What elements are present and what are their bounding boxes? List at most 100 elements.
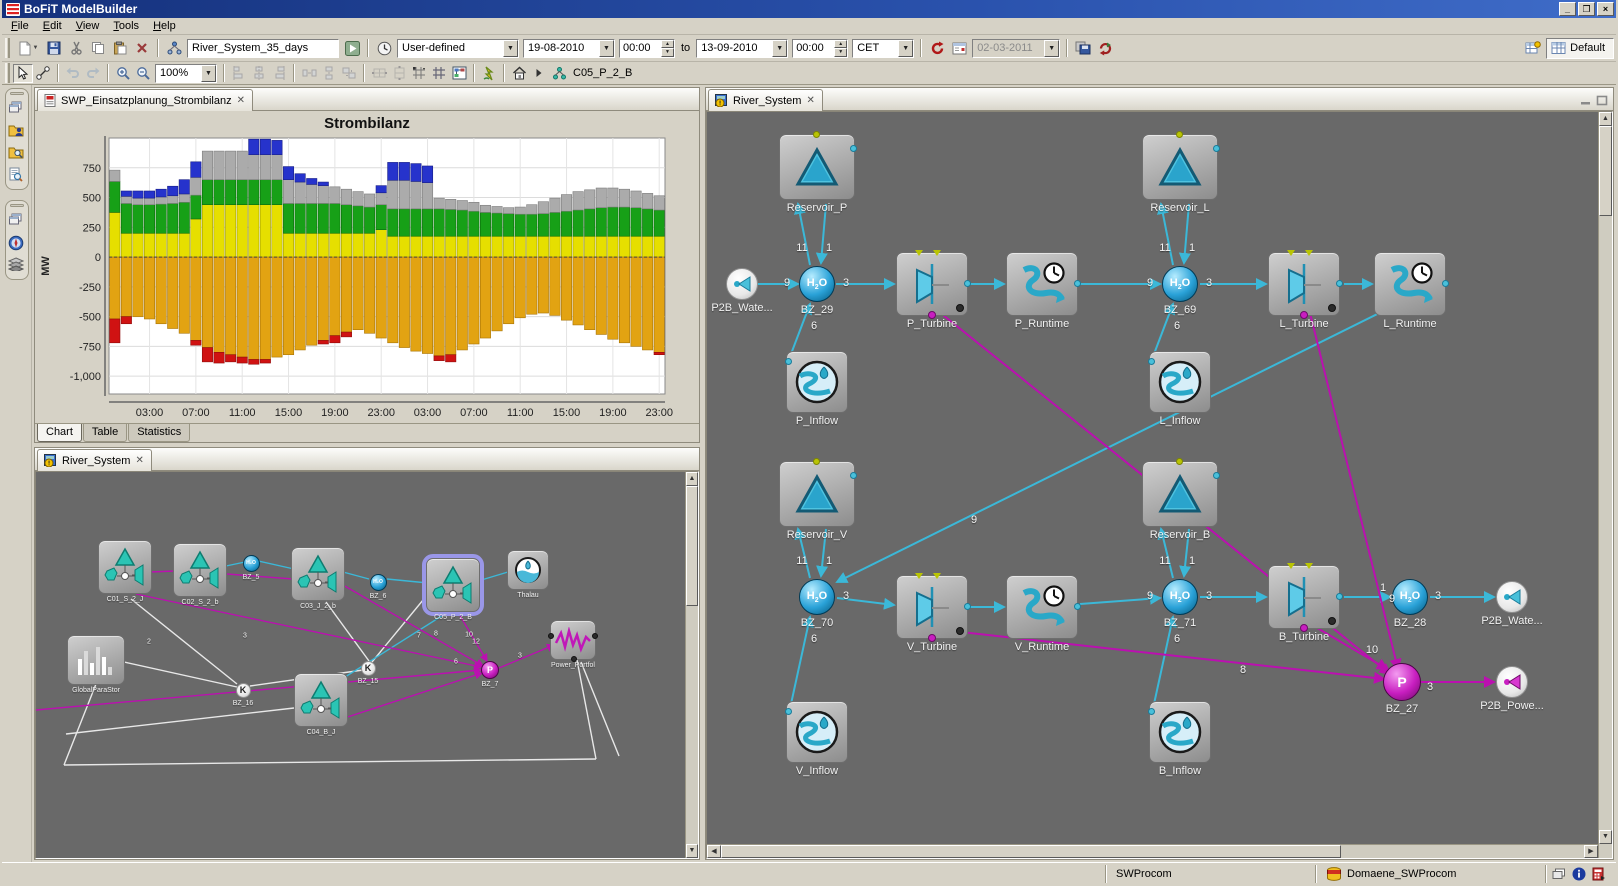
node-params[interactable]: [67, 635, 125, 685]
node-l-inflow[interactable]: [1149, 351, 1211, 413]
node-v-runtime[interactable]: [1006, 575, 1078, 639]
auto-layout-button[interactable]: [449, 64, 469, 83]
scroll-right-icon[interactable]: ▶: [1584, 845, 1598, 858]
scroll-up-icon[interactable]: ▲: [686, 472, 698, 486]
node-thalau[interactable]: [507, 550, 549, 590]
save-version-button[interactable]: [1072, 38, 1094, 59]
end-time-spinner-down-icon[interactable]: ▼: [834, 48, 847, 57]
node-bz-29[interactable]: H2O: [799, 266, 835, 302]
diagram-horizontal-scrollbar[interactable]: ◀ ▶: [707, 844, 1598, 858]
end-date-select-arrow-icon[interactable]: ▼: [772, 40, 787, 57]
maximize-button[interactable]: ❐: [1578, 2, 1595, 16]
calc-icon[interactable]: [1592, 867, 1606, 881]
end-date-select[interactable]: 13-09-2010▼: [696, 39, 788, 58]
save-button[interactable]: [43, 38, 65, 59]
match-size-button[interactable]: [339, 64, 359, 83]
redo-button[interactable]: [83, 64, 103, 83]
node-bz16[interactable]: K: [236, 683, 251, 698]
node-l-runtime[interactable]: [1374, 252, 1446, 316]
bottom-tab-statistics[interactable]: Statistics: [128, 424, 190, 442]
diagram-canvas[interactable]: Reservoir_PReservoir_LP2B_Wate...H2OBZ_2…: [706, 111, 1613, 859]
node-p2b-water-in[interactable]: [726, 268, 758, 300]
default-perspective-button[interactable]: Default: [1546, 38, 1614, 59]
snap-stretch-button[interactable]: [389, 64, 409, 83]
node-bz-69[interactable]: H2O: [1162, 266, 1198, 302]
node-v-turbine[interactable]: [896, 575, 968, 639]
overview-canvas[interactable]: C01_S_2_JC02_S_2_bH₂OBZ_5C03_J_2_bH₂OBZ_…: [35, 471, 699, 859]
convert-button[interactable]: [479, 64, 499, 83]
open-perspective-button[interactable]: [1522, 38, 1544, 59]
menu-help[interactable]: Help: [146, 19, 183, 33]
node-p-inflow[interactable]: [786, 351, 848, 413]
menu-tools[interactable]: Tools: [106, 19, 146, 33]
start-date-select-arrow-icon[interactable]: ▼: [599, 40, 614, 57]
model-name-input[interactable]: [187, 39, 339, 58]
start-time-spinner-down-icon[interactable]: ▼: [661, 48, 674, 57]
tab-river-system-overview[interactable]: River_System ✕: [37, 449, 152, 471]
node-bz5[interactable]: H₂O: [243, 555, 260, 572]
snap-shrink-button[interactable]: [369, 64, 389, 83]
home-button[interactable]: [509, 64, 529, 83]
navigator-compass-icon[interactable]: [8, 235, 25, 251]
node-c01[interactable]: [98, 540, 152, 594]
node-c04[interactable]: [294, 673, 348, 727]
minimize-button[interactable]: _: [1559, 2, 1576, 16]
node-c02[interactable]: [173, 543, 227, 597]
close-button[interactable]: ×: [1597, 2, 1614, 16]
node-bz7[interactable]: P: [481, 661, 499, 679]
preview-doc-icon[interactable]: [8, 167, 25, 183]
node-bz15[interactable]: K: [361, 661, 376, 676]
distribute-h-button[interactable]: [299, 64, 319, 83]
timerange-select-arrow-icon[interactable]: ▼: [503, 40, 518, 57]
node-p2b-power[interactable]: [1496, 666, 1528, 698]
node-v-inflow[interactable]: [786, 701, 848, 763]
select-tool-button[interactable]: [13, 64, 33, 83]
node-b-turbine[interactable]: [1268, 565, 1340, 629]
timezone-select[interactable]: CET▼: [852, 39, 914, 58]
info-icon[interactable]: [1572, 867, 1586, 881]
node-c05[interactable]: [426, 558, 480, 612]
delete-button[interactable]: [131, 38, 153, 59]
paste-button[interactable]: [109, 38, 131, 59]
tab-close-icon[interactable]: ✕: [236, 95, 246, 106]
undo-button[interactable]: [63, 64, 83, 83]
connect-tool-button[interactable]: [33, 64, 53, 83]
scroll-down-icon[interactable]: ▼: [686, 844, 698, 858]
new-button[interactable]: ▼: [13, 38, 43, 59]
timezone-select-arrow-icon[interactable]: ▼: [898, 40, 913, 57]
node-bz-71[interactable]: H2O: [1162, 579, 1198, 615]
tab-river-system[interactable]: River_System ✕: [708, 89, 823, 111]
diagram-vertical-scrollbar[interactable]: ▲ ▼: [1598, 112, 1612, 858]
distribute-v-button[interactable]: [319, 64, 339, 83]
scroll-up-icon[interactable]: ▲: [1599, 112, 1612, 126]
node-reservoir-l[interactable]: [1142, 134, 1218, 200]
align-left-button[interactable]: [229, 64, 249, 83]
node-p2b-water-out[interactable]: [1496, 581, 1528, 613]
node-reservoir-b[interactable]: [1142, 461, 1218, 527]
scroll-left-icon[interactable]: ◀: [707, 845, 721, 858]
reference-date-select-arrow-icon[interactable]: ▼: [1044, 40, 1059, 57]
zoom-out-button[interactable]: [133, 64, 153, 83]
end-time-spinner[interactable]: 00:00▲▼: [792, 39, 848, 58]
reset-time-button[interactable]: [926, 38, 948, 59]
node-c03[interactable]: [291, 547, 345, 601]
restore-views-icon[interactable]: [8, 101, 25, 117]
menu-view[interactable]: View: [69, 19, 107, 33]
copy-button[interactable]: [87, 38, 109, 59]
node-reservoir-v[interactable]: [779, 461, 855, 527]
cut-button[interactable]: [65, 38, 87, 59]
node-b-inflow[interactable]: [1149, 701, 1211, 763]
timerange-select[interactable]: User-defined▼: [397, 39, 519, 58]
node-bz-70[interactable]: H2O: [799, 579, 835, 615]
node-bz6[interactable]: H₂O: [370, 574, 387, 591]
tab-close-icon[interactable]: ✕: [134, 455, 144, 466]
menu-file[interactable]: File: [4, 19, 36, 33]
maximize-view-icon[interactable]: [1596, 95, 1609, 106]
start-time-spinner[interactable]: 00:00▲▼: [619, 39, 675, 58]
node-l-turbine[interactable]: [1268, 252, 1340, 316]
grid-show-button[interactable]: [429, 64, 449, 83]
calendar-button[interactable]: [948, 38, 970, 59]
window-icon[interactable]: [1552, 868, 1566, 880]
overview-vertical-scrollbar[interactable]: ▲ ▼: [685, 472, 698, 858]
search-folder-icon[interactable]: [8, 145, 25, 161]
